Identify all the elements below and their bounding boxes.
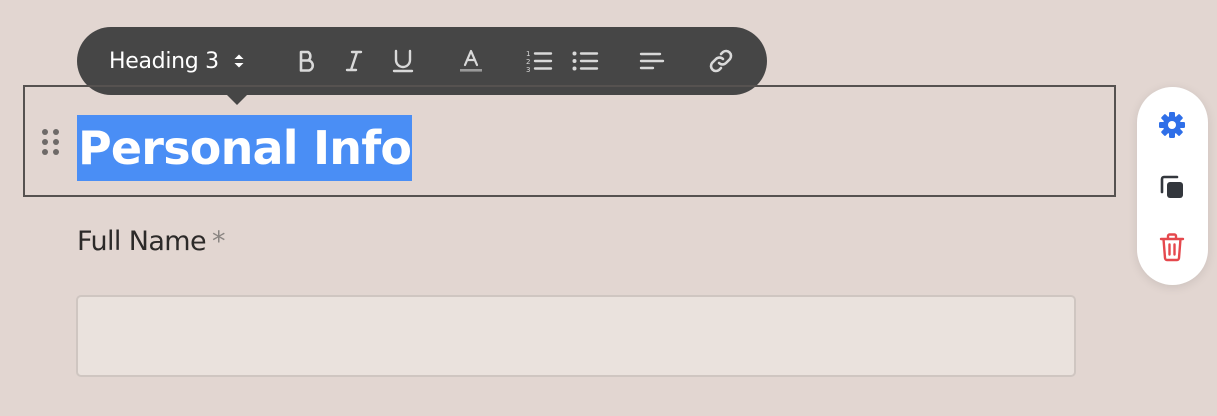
- link-button[interactable]: [701, 41, 741, 81]
- align-left-icon: [639, 52, 665, 70]
- trash-icon: [1159, 233, 1185, 262]
- italic-icon: [345, 50, 363, 72]
- svg-text:1: 1: [526, 50, 530, 58]
- bullet-list-button[interactable]: [565, 41, 605, 81]
- text-color-button[interactable]: [451, 41, 491, 81]
- full-name-input[interactable]: [76, 295, 1076, 377]
- ordered-list-button[interactable]: 1 2 3: [519, 41, 559, 81]
- heading-text[interactable]: Personal Info: [77, 115, 413, 181]
- duplicate-button[interactable]: [1154, 169, 1190, 205]
- heading-block[interactable]: Personal Info: [23, 85, 1116, 197]
- block-actions-panel: [1137, 87, 1208, 285]
- drag-handle-icon[interactable]: [39, 127, 63, 157]
- field-label-text: Full Name: [77, 226, 207, 257]
- settings-button[interactable]: [1154, 107, 1190, 143]
- delete-button[interactable]: [1154, 229, 1190, 265]
- underline-button[interactable]: [383, 41, 423, 81]
- bullet-list-icon: [572, 51, 599, 71]
- gear-icon: [1159, 112, 1185, 138]
- required-asterisk: *: [212, 226, 226, 257]
- bold-button[interactable]: [287, 41, 327, 81]
- link-icon: [709, 49, 733, 73]
- italic-button[interactable]: [334, 41, 374, 81]
- ordered-list-icon: 1 2 3: [526, 50, 553, 74]
- block-type-label: Heading 3: [109, 48, 219, 74]
- underline-icon: [392, 49, 414, 73]
- svg-text:2: 2: [526, 58, 530, 66]
- chevron-up-down-icon: [234, 54, 244, 68]
- align-button[interactable]: [632, 41, 672, 81]
- bold-icon: [299, 50, 315, 72]
- text-color-icon: [460, 49, 482, 72]
- duplicate-icon: [1160, 175, 1183, 198]
- full-name-label: Full Name *: [77, 226, 226, 257]
- svg-text:3: 3: [526, 66, 530, 74]
